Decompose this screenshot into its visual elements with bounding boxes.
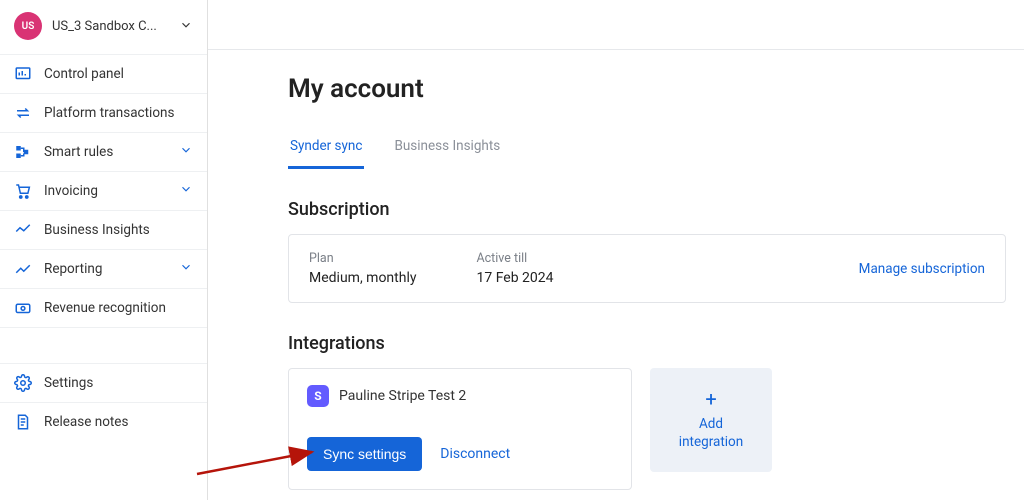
sidebar-item-label: Release notes — [44, 414, 193, 430]
chart-line-icon — [14, 260, 32, 278]
sidebar-item-smart-rules[interactable]: Smart rules — [0, 132, 207, 171]
money-icon — [14, 299, 32, 317]
chevron-down-icon — [179, 17, 193, 36]
org-avatar: US — [14, 12, 42, 40]
sidebar: US US_3 Sandbox C... Control panel Platf… — [0, 0, 208, 500]
sidebar-item-settings[interactable]: Settings — [0, 363, 207, 402]
main-area: My account Synder sync Business Insights… — [208, 0, 1024, 500]
sidebar-item-control-panel[interactable]: Control panel — [0, 54, 207, 93]
sidebar-spacer — [0, 327, 207, 363]
subscription-card: Plan Medium, monthly Active till 17 Feb … — [288, 234, 1006, 303]
insights-icon — [14, 221, 32, 239]
disconnect-link[interactable]: Disconnect — [440, 446, 510, 462]
sidebar-item-invoicing[interactable]: Invoicing — [0, 171, 207, 210]
integration-header: S Pauline Stripe Test 2 — [307, 385, 613, 407]
sidebar-item-label: Settings — [44, 375, 193, 391]
integrations-row: S Pauline Stripe Test 2 Sync settings Di… — [288, 368, 1006, 490]
transfer-icon — [14, 104, 32, 122]
tab-synder-sync[interactable]: Synder sync — [288, 132, 364, 169]
integration-actions: Sync settings Disconnect — [307, 437, 613, 471]
add-integration-label-2: integration — [679, 433, 743, 451]
sidebar-item-label: Invoicing — [44, 183, 167, 199]
integration-name: Pauline Stripe Test 2 — [339, 388, 466, 404]
sidebar-item-label: Smart rules — [44, 144, 167, 160]
active-till-label: Active till — [476, 251, 553, 266]
sidebar-item-label: Platform transactions — [44, 105, 193, 121]
sync-settings-button[interactable]: Sync settings — [307, 437, 422, 471]
rules-icon — [14, 143, 32, 161]
sidebar-item-business-insights[interactable]: Business Insights — [0, 210, 207, 249]
active-till-value: 17 Feb 2024 — [476, 270, 553, 286]
sidebar-item-label: Control panel — [44, 66, 193, 82]
header-strip — [208, 0, 1024, 50]
add-integration-label-1: Add — [699, 415, 723, 433]
plus-icon: + — [705, 389, 716, 409]
active-till-field: Active till 17 Feb 2024 — [476, 251, 553, 286]
dashboard-icon — [14, 65, 32, 83]
org-switcher[interactable]: US US_3 Sandbox C... — [0, 0, 207, 54]
add-integration-button[interactable]: + Add integration — [650, 368, 772, 472]
sidebar-item-revenue-recognition[interactable]: Revenue recognition — [0, 288, 207, 327]
integration-card: S Pauline Stripe Test 2 Sync settings Di… — [288, 368, 632, 490]
section-title-subscription: Subscription — [288, 199, 1006, 220]
tab-business-insights[interactable]: Business Insights — [392, 132, 502, 169]
chevron-down-icon — [179, 143, 193, 161]
plan-value: Medium, monthly — [309, 270, 416, 286]
tabs: Synder sync Business Insights — [288, 132, 1006, 169]
stripe-icon: S — [307, 385, 329, 407]
sidebar-item-label: Reporting — [44, 261, 167, 277]
org-name: US_3 Sandbox C... — [52, 19, 169, 34]
plan-field: Plan Medium, monthly — [309, 251, 416, 286]
sidebar-item-reporting[interactable]: Reporting — [0, 249, 207, 288]
chevron-down-icon — [179, 260, 193, 278]
gear-icon — [14, 374, 32, 392]
plan-label: Plan — [309, 251, 416, 266]
sidebar-item-label: Revenue recognition — [44, 300, 193, 316]
notes-icon — [14, 413, 32, 431]
section-title-integrations: Integrations — [288, 333, 1006, 354]
sidebar-item-label: Business Insights — [44, 222, 193, 238]
sidebar-item-platform-transactions[interactable]: Platform transactions — [0, 93, 207, 132]
page-title: My account — [288, 74, 1006, 104]
cart-icon — [14, 182, 32, 200]
sidebar-item-release-notes[interactable]: Release notes — [0, 402, 207, 441]
chevron-down-icon — [179, 182, 193, 200]
manage-subscription-link[interactable]: Manage subscription — [859, 261, 985, 277]
